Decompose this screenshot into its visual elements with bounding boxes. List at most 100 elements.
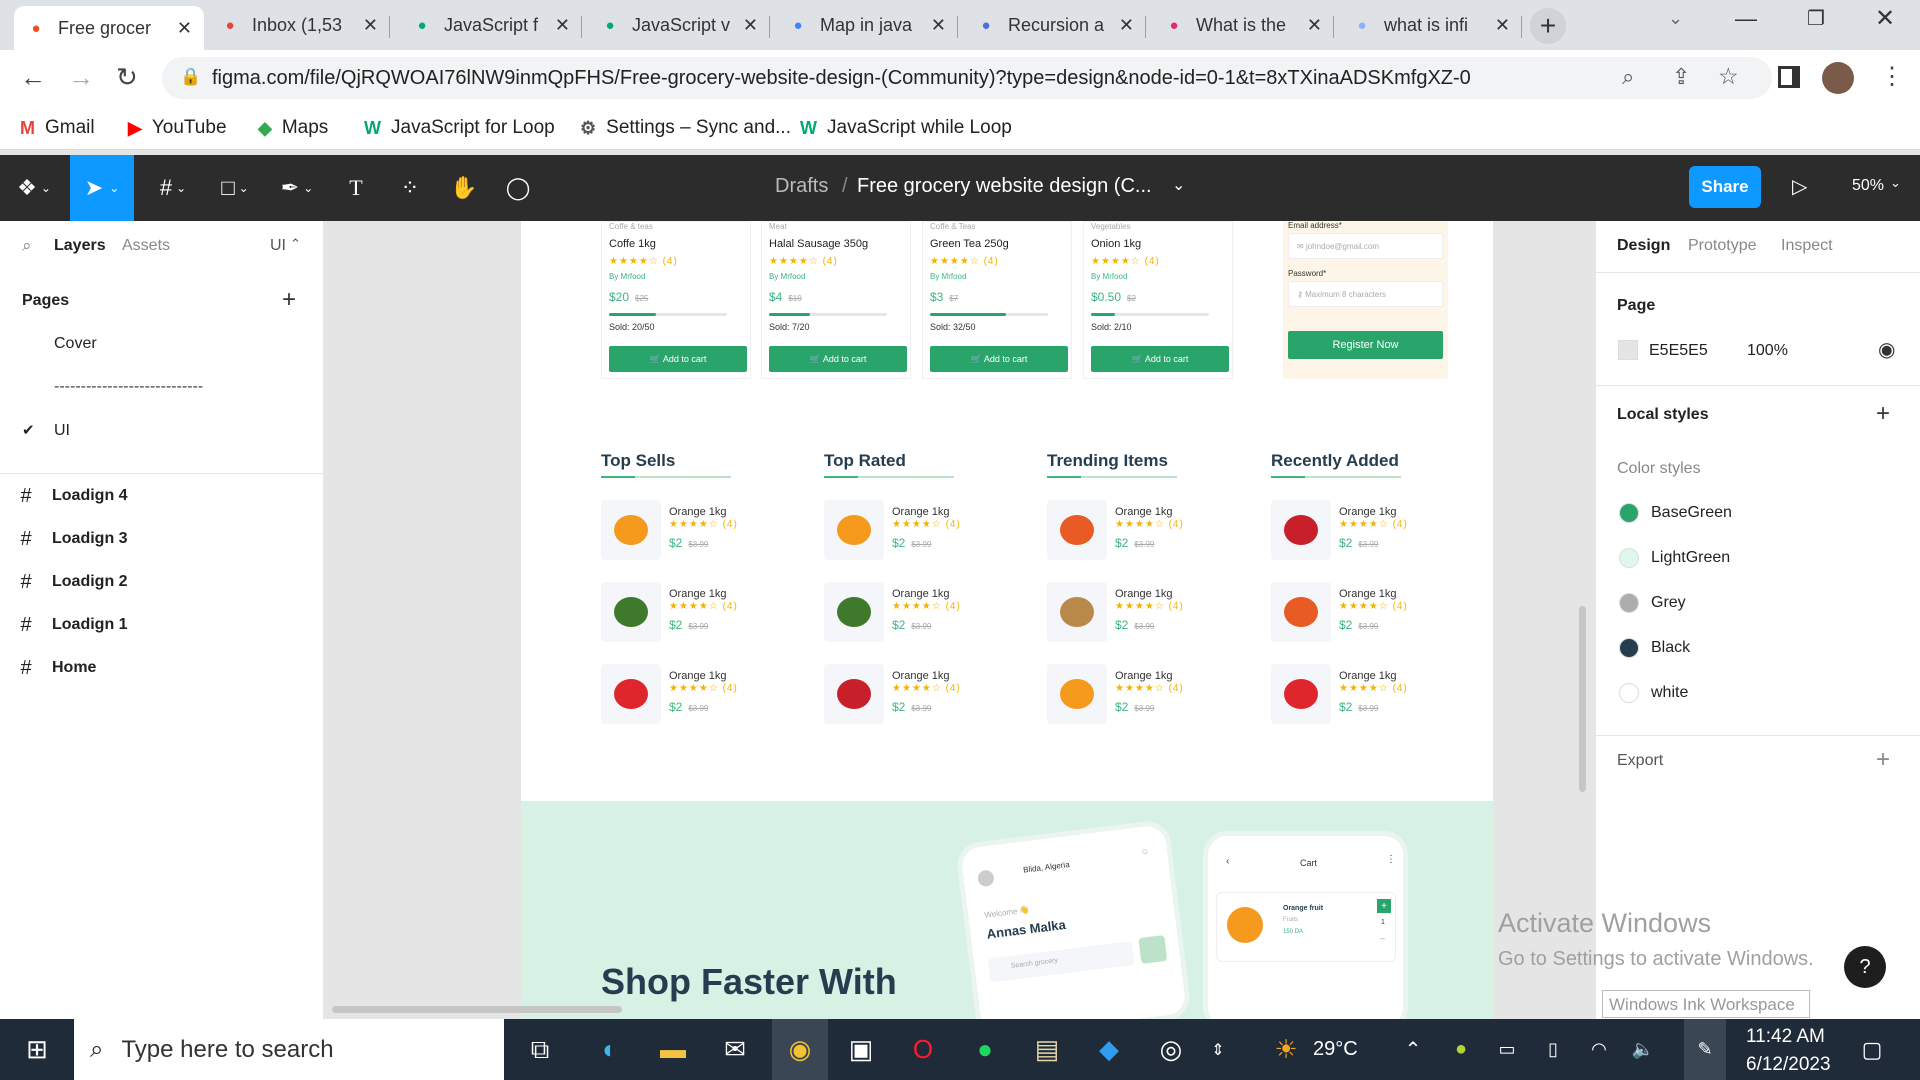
book-app-icon[interactable]: ▤ [1022,1019,1072,1080]
browser-tab[interactable]: ● what is infi ✕ [1340,6,1522,44]
restore-button[interactable]: ❐ [1807,6,1825,31]
mini-product-card[interactable]: Orange 1kg ★★★★☆ (4) $2 $3.99 [1047,664,1197,724]
color-swatch[interactable] [1619,548,1639,568]
mini-product-card[interactable]: Orange 1kg ★★★★☆ (4) $2 $3.99 [824,500,974,560]
bookmark-item[interactable]: W JavaScript for Loop [364,114,555,142]
add-export-icon[interactable]: + [1876,746,1890,774]
mail-icon[interactable]: ✉ [710,1019,760,1080]
add-to-cart-button[interactable]: 🛒 Add to cart [930,346,1068,372]
close-tab-icon[interactable]: ✕ [555,15,570,36]
mini-product-card[interactable]: Orange 1kg ★★★★☆ (4) $2 $3.99 [1047,582,1197,642]
help-button[interactable]: ? [1844,946,1886,988]
page-select[interactable]: UI [270,237,286,255]
browser-tab[interactable]: ● Free grocer ✕ [14,6,204,50]
url-text[interactable]: figma.com/file/QjRQWOAI76lNW9inmQpFHS/Fr… [212,67,1612,90]
color-swatch[interactable] [1619,638,1639,658]
zoom-icon[interactable]: ⌕ [1622,64,1634,90]
windows-start-icon[interactable]: ⊞ [12,1019,62,1080]
close-tab-icon[interactable]: ✕ [177,18,192,39]
file-title[interactable]: Free grocery website design (C... [857,175,1152,198]
bookmark-star-icon[interactable]: ☆ [1718,63,1739,90]
tab-inspect[interactable]: Inspect [1781,237,1833,255]
browser-tab[interactable]: ● Inbox (1,53 ✕ [208,6,390,44]
minimize-button[interactable]: — [1735,6,1757,32]
back-icon[interactable]: ← [20,62,46,93]
page-color-swatch[interactable] [1618,340,1638,360]
zoom-level[interactable]: 50% [1852,177,1884,195]
chrome-icon[interactable]: ◉ [772,1019,828,1080]
meet-now-icon[interactable]: ▯ [1538,1019,1568,1080]
profile-avatar[interactable] [1822,62,1854,94]
forward-icon[interactable]: → [68,62,94,93]
canvas-vertical-scrollbar[interactable] [1579,606,1586,792]
tab-assets[interactable]: Assets [122,237,170,255]
close-tab-icon[interactable]: ✕ [1495,15,1510,36]
layer-item[interactable]: # Loadign 2 [0,562,324,602]
product-card[interactable]: Coffe & Teas Green Tea 250g ★★★★☆ (4) By Mr… [922,221,1072,379]
figma-menu-icon[interactable]: ❖ ⌄ [10,155,58,221]
mini-product-card[interactable]: Orange 1kg ★★★★☆ (4) $2 $3.99 [601,582,751,642]
pen-tool-icon[interactable]: ✒ ⌄ [272,155,322,221]
layer-item[interactable]: # Loadign 1 [0,605,324,645]
browser-tab[interactable]: ● JavaScript f ✕ [400,6,582,44]
browser-tab[interactable]: ● What is the ✕ [1152,6,1334,44]
mini-product-card[interactable]: Orange 1kg ★★★★☆ (4) $2 $3.99 [1271,500,1421,560]
notifications-icon[interactable]: ▢ [1852,1019,1892,1080]
opera-icon[interactable]: O [898,1019,948,1080]
layer-item[interactable]: # Loadign 3 [0,519,324,559]
taskbar-scroll-arrows-icon[interactable]: ⇕ [1206,1019,1230,1080]
eye-icon[interactable]: ◉ [1878,337,1895,362]
product-card[interactable]: Coffe & teas Coffe 1kg ★★★★☆ (4) By Mrfood $… [601,221,751,379]
home-frame[interactable]: Coffe & teas Coffe 1kg ★★★★☆ (4) By Mrfood $… [521,221,1493,1019]
product-card[interactable]: Meat Halal Sausage 350g ★★★★☆ (4) By Mrfood… [761,221,911,379]
vscode-icon[interactable]: ◆ [1084,1019,1134,1080]
mini-product-card[interactable]: Orange 1kg ★★★★☆ (4) $2 $3.99 [1271,582,1421,642]
share-button[interactable]: Share [1689,166,1761,208]
search-icon[interactable]: ⌕ [22,236,32,256]
move-tool-icon[interactable]: ➤ ⌄ [70,155,134,221]
bookmark-item[interactable]: ⚙ Settings – Sync and... [580,114,791,142]
close-tab-icon[interactable]: ✕ [743,15,758,36]
browser-tab[interactable]: ● Recursion a ✕ [964,6,1146,44]
components-tool-icon[interactable]: ⁘ [390,155,430,221]
color-style-name[interactable]: Black [1651,639,1690,657]
password-field[interactable]: ⚷ Maximum 8 characters [1288,281,1443,307]
show-hidden-icons-icon[interactable]: ⌃ [1398,1019,1428,1080]
mini-product-card[interactable]: Orange 1kg ★★★★☆ (4) $2 $3.99 [601,664,751,724]
tab-search-icon[interactable]: ⌄ [1668,8,1683,29]
edge-icon[interactable]: ◐ [585,1019,635,1080]
taskbar-search-box[interactable]: ⌕ Type here to search [74,1019,504,1080]
browser-tab[interactable]: ● Map in java ✕ [776,6,958,44]
zoom-chevron-icon[interactable]: ⌄ [1890,175,1901,191]
clock-time[interactable]: 11:42 AM [1746,1026,1825,1048]
weather-icon[interactable]: ☀ [1266,1019,1306,1080]
product-card[interactable]: Vegetables Onion 1kg ★★★★☆ (4) By Mrfood $0.… [1083,221,1233,379]
bookmark-item[interactable]: ◆ Maps [258,114,328,142]
tray-app-icon[interactable]: ● [1446,1019,1476,1080]
add-page-icon[interactable]: + [282,286,296,314]
layer-item[interactable]: # Home [0,648,324,688]
layer-item[interactable]: # Loadign 4 [0,476,324,516]
page-item-ui[interactable]: UI [54,422,70,440]
battery-icon[interactable]: ▭ [1492,1019,1522,1080]
close-tab-icon[interactable]: ✕ [931,15,946,36]
close-tab-icon[interactable]: ✕ [363,15,378,36]
bookmark-item[interactable]: ▶ YouTube [128,114,227,142]
breadcrumb-drafts[interactable]: Drafts [775,175,828,198]
weather-temperature[interactable]: 29°C [1313,1038,1358,1061]
page-opacity-value[interactable]: 100% [1747,342,1788,360]
file-explorer-icon[interactable]: ▬ [648,1019,698,1080]
lock-icon[interactable]: 🔒 [180,67,201,87]
mini-product-card[interactable]: Orange 1kg ★★★★☆ (4) $2 $3.99 [824,664,974,724]
color-style-name[interactable]: white [1651,684,1688,702]
canvas-horizontal-scrollbar[interactable] [332,1006,622,1013]
share-page-icon[interactable]: ⇪ [1672,64,1690,90]
email-field[interactable]: ✉ johndoe@gmail.com [1288,233,1443,259]
new-tab-button[interactable]: + [1530,8,1566,44]
canvas[interactable]: Coffe & teas Coffe 1kg ★★★★☆ (4) By Mrfood $… [324,221,1595,1019]
color-style-name[interactable]: BaseGreen [1651,504,1732,522]
spotify-icon[interactable]: ● [960,1019,1010,1080]
page-item-cover[interactable]: Cover [54,335,97,353]
color-style-name[interactable]: LightGreen [1651,549,1730,567]
file-menu-chevron-icon[interactable]: ⌄ [1172,175,1185,195]
